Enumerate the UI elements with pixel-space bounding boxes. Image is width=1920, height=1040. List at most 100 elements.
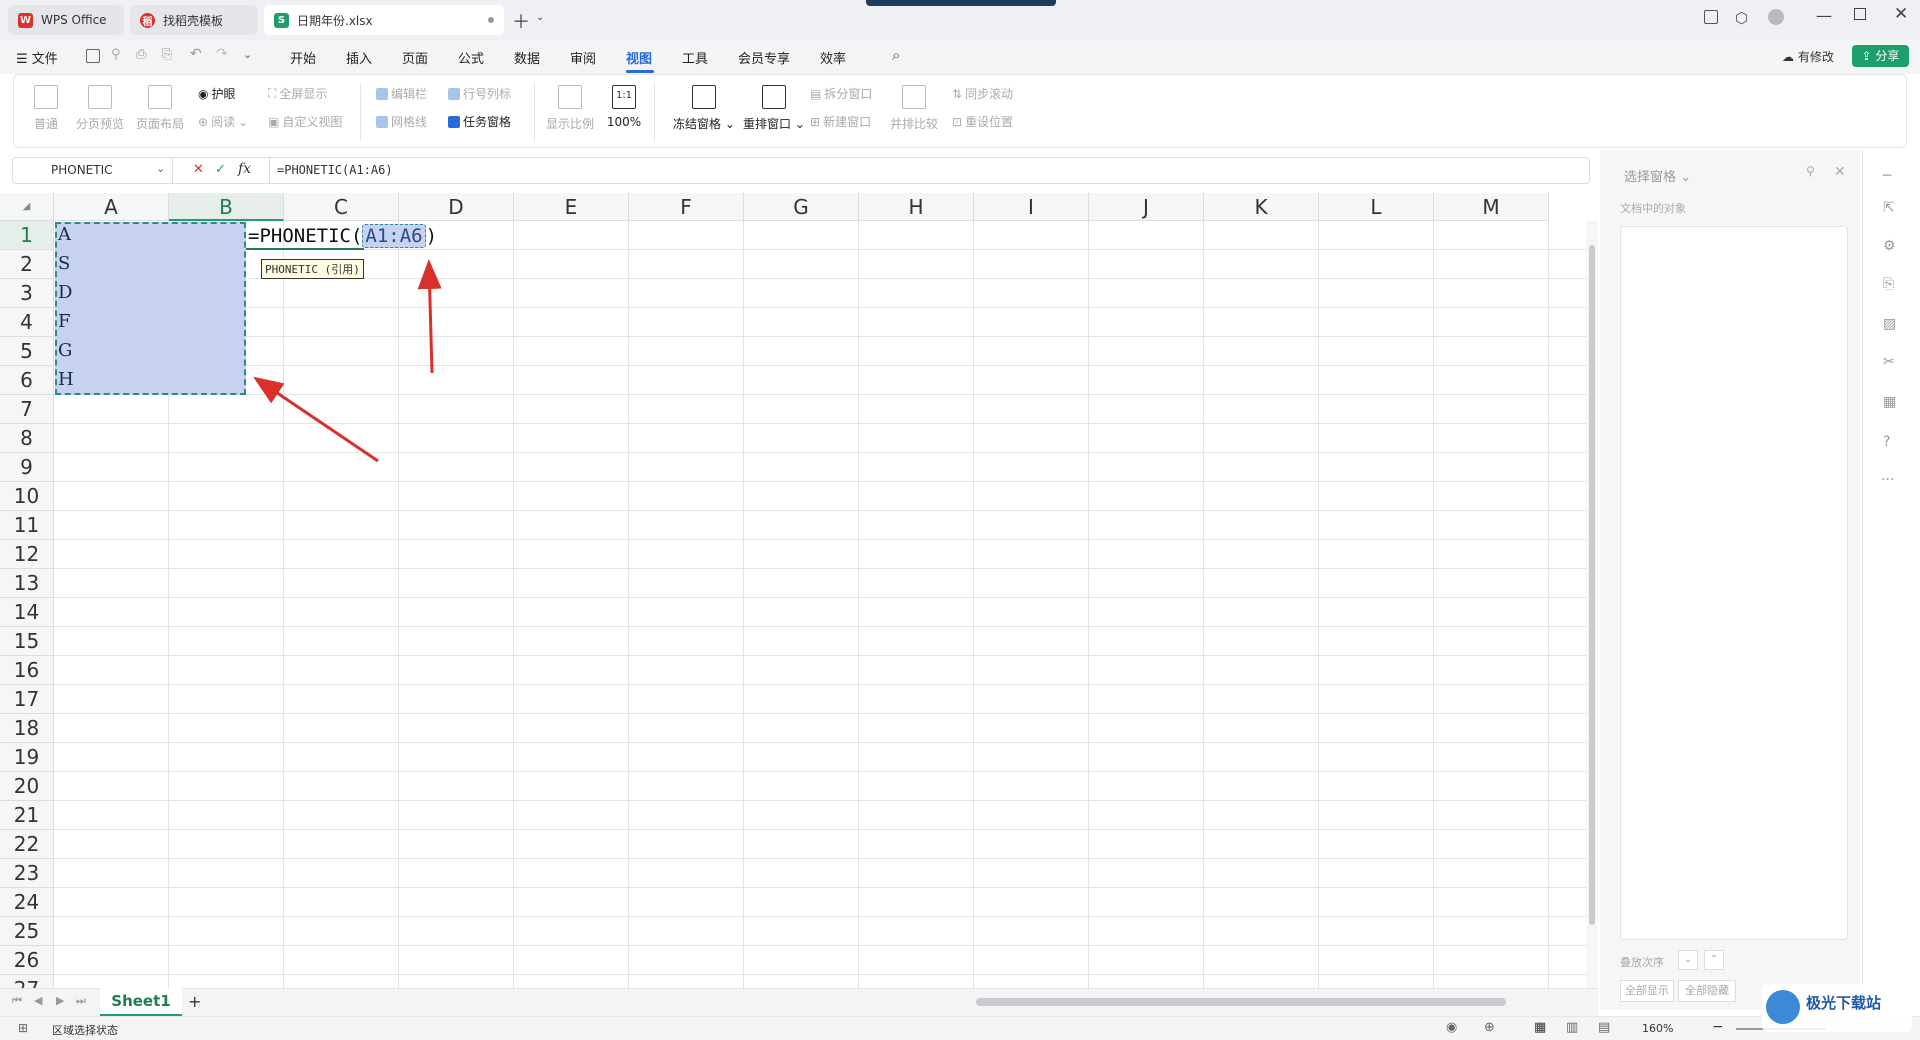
first-sheet-icon[interactable]: ⏮ <box>12 994 22 1008</box>
reset-position-button[interactable]: ⊡ 重设位置 <box>952 113 1013 130</box>
print-preview-icon[interactable]: ⎘ <box>162 47 172 62</box>
eye-icon: ◉ <box>198 86 209 101</box>
split-window-button[interactable]: ▤ 拆分窗口 <box>810 85 872 102</box>
reading-mode-button[interactable]: ⊕ 阅读 ⌄ <box>198 113 248 130</box>
normal-view-button[interactable]: 普通 <box>16 85 76 132</box>
new-window-button[interactable]: ⊞ 新建窗口 <box>810 113 871 130</box>
normal-label: 普通 <box>33 117 58 131</box>
menu-view[interactable]: 视图 <box>626 48 652 67</box>
menu-insert[interactable]: 插入 <box>346 48 372 67</box>
name-box[interactable]: PHONETIC ⌄ <box>13 158 173 183</box>
chevron-down-icon[interactable]: ⌄ <box>156 162 165 175</box>
close-icon[interactable]: ✕ <box>1834 164 1846 180</box>
hide-all-button[interactable]: 全部隐藏 <box>1678 980 1736 1002</box>
menu-page[interactable]: 页面 <box>402 48 428 67</box>
eye-protect-button[interactable]: ◉ 护眼 <box>198 85 236 102</box>
expand-panel-icon[interactable]: ─ <box>1883 168 1891 184</box>
task-pane-checkbox[interactable]: 任务窗格 <box>448 113 511 130</box>
display-ratio-button[interactable]: 显示比例 <box>540 85 600 132</box>
window-layout-icon[interactable] <box>1704 10 1718 24</box>
insert-function-icon[interactable]: fx <box>238 161 251 177</box>
add-sheet-button[interactable]: + <box>188 992 201 1011</box>
layout-icon[interactable]: ▦ <box>1883 394 1896 410</box>
new-tab-icon[interactable]: ＋ <box>512 8 530 34</box>
move-up-button[interactable]: ⌃ <box>1704 950 1724 970</box>
normal-view-icon[interactable]: ▦ <box>1534 1020 1546 1035</box>
properties-icon[interactable]: ⚙ <box>1883 238 1896 254</box>
macro-icon[interactable]: ⊞ <box>18 1021 28 1035</box>
more-icon[interactable]: ··· <box>1881 472 1894 488</box>
confirm-icon[interactable]: ✓ <box>215 162 226 177</box>
quick-access-more-icon[interactable]: ⌄ <box>243 48 252 61</box>
custom-view-button[interactable]: ▣ 自定义视图 <box>268 113 342 130</box>
format-icon[interactable]: ⎘ <box>1883 276 1894 292</box>
menu-member[interactable]: 会员专享 <box>738 48 790 67</box>
row-col-headers-checkbox[interactable]: 行号列标 <box>448 85 511 102</box>
tab-docer-templates[interactable]: 稻 找稻壳模板 <box>130 5 258 35</box>
cube-icon[interactable]: ⬡ <box>1735 9 1748 27</box>
tools-icon[interactable]: ✂ <box>1883 354 1895 370</box>
zoom-level[interactable]: 160% <box>1642 1022 1673 1035</box>
minimize-icon[interactable]: — <box>1816 6 1832 25</box>
search-icon[interactable]: ⌕ <box>892 46 900 64</box>
arrow-to-selection <box>253 376 379 463</box>
fullscreen-button[interactable]: ⛶ 全屏显示 <box>268 85 327 102</box>
spreadsheet-grid[interactable]: ◢ ABCDEFGHIJKLM 1 2 3 4 5 6 7 8 9 10 11 12 13 14 15 16 1… <box>0 193 1598 988</box>
side-by-side-button[interactable]: 并排比较 <box>884 85 944 132</box>
tab-wps-office[interactable]: W WPS Office <box>8 5 124 35</box>
chevron-down-icon[interactable]: ⌄ <box>536 12 544 23</box>
unsaved-dot-icon <box>488 17 494 23</box>
close-icon[interactable]: ✕ <box>1894 4 1908 24</box>
file-menu[interactable]: ☰ 文件 <box>16 48 58 67</box>
move-down-button[interactable]: ⌄ <box>1678 950 1698 970</box>
undo-icon[interactable]: ↶ <box>190 46 202 62</box>
zoom-100-button[interactable]: 1:1 100% <box>594 85 654 129</box>
rearrange-windows-button[interactable]: 重排窗口 ⌄ <box>736 85 812 132</box>
status-bar: ⊞ 区域选择状态 ◉ ⊕ ▦ ▥ ▤ 160% − <box>0 1016 1920 1040</box>
page-view-icon[interactable]: ▤ <box>1598 1020 1610 1035</box>
menu-tools[interactable]: 工具 <box>682 48 708 67</box>
objects-list[interactable] <box>1620 226 1848 940</box>
tab-spreadsheet[interactable]: S 日期年份.xlsx <box>264 5 504 35</box>
horizontal-scrollbar[interactable] <box>976 998 1506 1006</box>
select-object-icon[interactable]: ⇱ <box>1883 200 1895 216</box>
redo-icon[interactable]: ↷ <box>216 46 228 62</box>
page-break-preview-button[interactable]: 分页预览 <box>70 85 130 132</box>
help-icon[interactable]: ? <box>1883 434 1890 450</box>
right-toolbar: ─ ⇱ ⚙ ⎘ ▨ ✂ ▦ ? ··· <box>1862 150 1920 1010</box>
restore-icon[interactable] <box>1854 8 1866 20</box>
menu-efficiency[interactable]: 效率 <box>820 48 846 67</box>
menu-home[interactable]: 开始 <box>290 48 316 67</box>
name-box-value: PHONETIC <box>51 163 113 177</box>
eye-icon[interactable]: ◉ <box>1446 1020 1457 1035</box>
sync-scroll-icon: ⇅ <box>952 86 963 101</box>
sheet-tab-sheet1[interactable]: Sheet1 <box>100 988 182 1016</box>
save-icon[interactable] <box>86 49 100 63</box>
page-layout-button[interactable]: 页面布局 <box>130 85 190 132</box>
prev-sheet-icon[interactable]: ◀ <box>34 994 42 1007</box>
menu-review[interactable]: 审阅 <box>570 48 596 67</box>
print-icon[interactable]: ⎙ <box>136 47 146 62</box>
formula-input[interactable]: =PHONETIC(A1:A6) <box>277 163 393 177</box>
share-link-icon[interactable]: ⚲ <box>111 47 121 62</box>
last-sheet-icon[interactable]: ⏭ <box>76 994 86 1008</box>
edit-bar-checkbox[interactable]: 编辑栏 <box>376 85 427 102</box>
cancel-icon[interactable]: ✕ <box>193 162 204 177</box>
next-sheet-icon[interactable]: ▶ <box>56 994 64 1007</box>
freeze-panes-button[interactable]: 冻结窗格 ⌄ <box>666 85 742 132</box>
vertical-scrollbar[interactable] <box>1586 221 1598 988</box>
avatar[interactable] <box>1768 9 1784 25</box>
has-changes-indicator[interactable]: ☁ 有修改 <box>1782 48 1834 65</box>
menu-data[interactable]: 数据 <box>514 48 540 67</box>
scrollbar-thumb[interactable] <box>1589 245 1595 925</box>
pin-icon[interactable]: ⚲ <box>1806 164 1815 178</box>
image-icon[interactable]: ▨ <box>1883 316 1896 332</box>
gridlines-checkbox[interactable]: 网格线 <box>376 113 427 130</box>
reading-view-icon[interactable]: ▥ <box>1566 1020 1578 1035</box>
show-all-button[interactable]: 全部显示 <box>1620 980 1674 1002</box>
share-button[interactable]: ⇪ 分享 <box>1852 45 1909 67</box>
sync-scroll-button[interactable]: ⇅ 同步滚动 <box>952 85 1013 102</box>
zoom-out-icon[interactable]: − <box>1712 1019 1724 1035</box>
menu-formula[interactable]: 公式 <box>458 48 484 67</box>
location-icon[interactable]: ⊕ <box>1484 1020 1495 1035</box>
